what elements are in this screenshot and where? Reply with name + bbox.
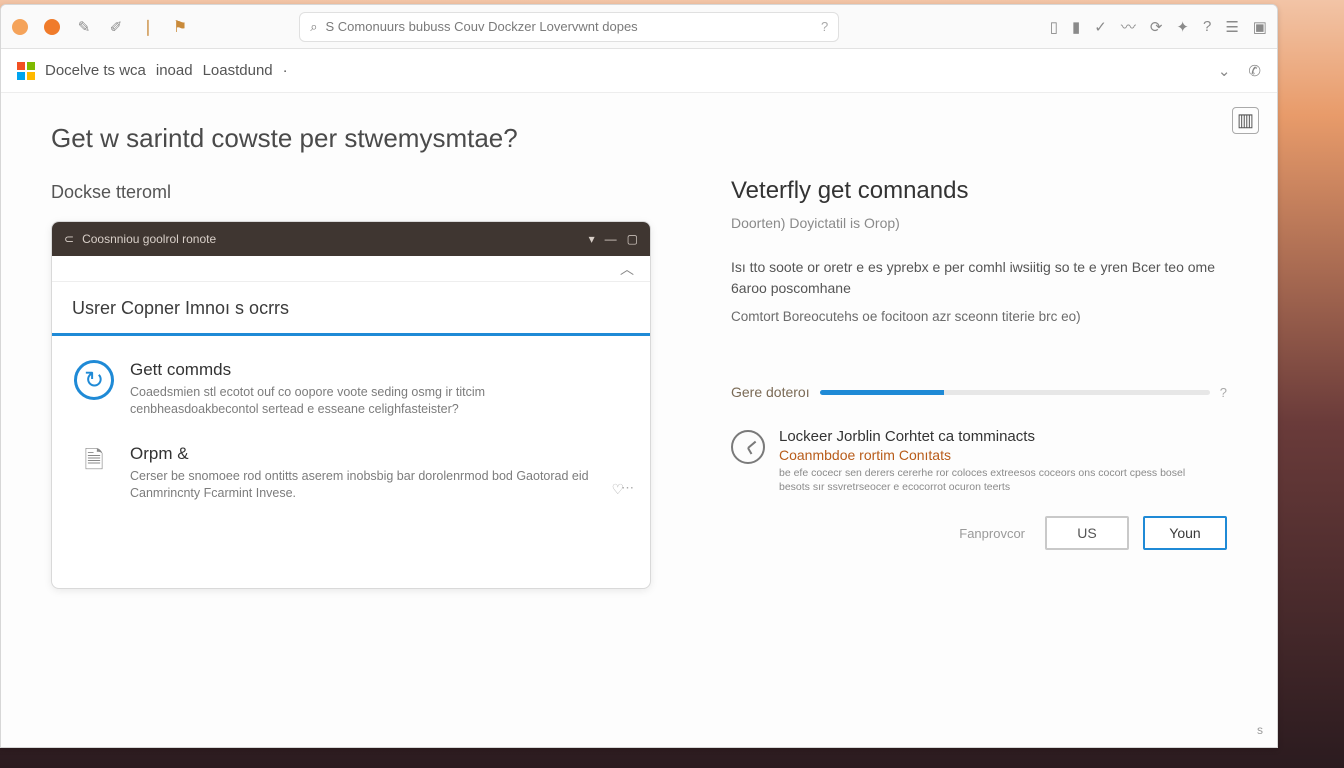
collapse-row[interactable]: ︿ xyxy=(52,256,650,282)
toolbar-right-group: ▯ ▮ ✓ 〰 ⟳ ✦ ? ☰ ▣ xyxy=(1050,16,1267,37)
left-column: Get w sarintd cowste per stwemysmtae? Do… xyxy=(51,123,651,589)
clock-icon xyxy=(731,430,765,464)
address-bar[interactable]: ⌕ S Comonuurs bubuss Couv Dockzer Loverv… xyxy=(299,12,839,42)
device-icon[interactable]: ▯ xyxy=(1050,18,1058,36)
progress-row: Gere doteroı ? xyxy=(731,384,1227,400)
tag-icon[interactable]: ▮ xyxy=(1072,18,1080,36)
edit-icon-2[interactable]: ✐ xyxy=(107,18,125,36)
document-icon: 🗎 xyxy=(74,444,114,484)
breadcrumb-sep: · xyxy=(283,62,288,79)
callout-block: Lockeer Jorblin Corhtet ca tomminacts Co… xyxy=(731,428,1227,494)
more-dots-icon[interactable]: ⋯ xyxy=(621,480,634,496)
breadcrumb-bar: Docelve ts wca inoad Loastdund · ⌄ ✆ xyxy=(1,49,1277,93)
more-icon[interactable]: ? xyxy=(1203,18,1211,35)
breadcrumb-item-2[interactable]: inoad xyxy=(156,62,193,79)
option-open[interactable]: 🗎 Orpm & Cerser be snomoee rod ontitts a… xyxy=(74,444,628,502)
minimize-icon[interactable]: — xyxy=(605,232,617,246)
terminal-title: Coosnniou goolrol ronote xyxy=(82,232,216,246)
right-column: Veterfly get comnands Doorten) Doyictati… xyxy=(731,123,1227,589)
option-desc: Coaedsmien stl ecotot ouf co oopore voot… xyxy=(130,384,590,418)
right-subheading: Doorten) Doyictatil is Orop) xyxy=(731,215,1227,231)
callout-small: be efe cocecr sen derers cererhe ror col… xyxy=(779,467,1209,494)
ms-logo-icon xyxy=(17,62,35,80)
refresh-icon[interactable]: ⟳ xyxy=(1150,18,1163,36)
chevron-down-icon[interactable]: ⌄ xyxy=(1218,62,1231,80)
us-button[interactable]: US xyxy=(1045,516,1129,550)
edit-icon[interactable]: ✎ xyxy=(75,18,93,36)
terminal-prompt-icon: ⊂ xyxy=(64,232,74,246)
button-row: Fanprovcor US Youn xyxy=(731,516,1227,550)
progress-bar xyxy=(820,390,1210,395)
option-get-commands[interactable]: ↻ Gett commds Coaedsmien stl ecotot ouf … xyxy=(74,360,628,418)
progress-fill xyxy=(820,390,945,395)
youn-button[interactable]: Youn xyxy=(1143,516,1227,550)
check-icon[interactable]: ✓ xyxy=(1094,18,1107,36)
callout-title: Lockeer Jorblin Corhtet ca tomminacts xyxy=(779,428,1209,445)
panel-icon[interactable]: ▣ xyxy=(1253,18,1267,36)
page-title: Get w sarintd cowste per stwemysmtae? xyxy=(51,123,651,154)
search-icon: ⌕ xyxy=(310,19,317,35)
right-heading: Veterfly get comnands xyxy=(731,177,1227,205)
terminal-heading: Usrer Copner Imnoı s ocrrs xyxy=(52,282,650,333)
terminal-body: ↻ Gett commds Coaedsmien stl ecotot ouf … xyxy=(52,336,650,588)
ghost-label: Fanprovcor xyxy=(959,526,1025,541)
refresh-circle-icon: ↻ xyxy=(74,360,114,400)
option-title: Orpm & xyxy=(130,444,590,464)
browser-toolbar: ✎ ✐ ❘ ⚑ ⌕ S Comonuurs bubuss Couv Dockze… xyxy=(1,5,1277,49)
option-desc: Cerser be snomoee rod ontitts aserem ino… xyxy=(130,468,590,502)
right-note: Comtort Boreocutehs oe focitoon azr sceo… xyxy=(731,309,1227,324)
terminal-card: ⊂ Coosnniou goolrol ronote ▾ — ▢ ︿ Usrer… xyxy=(51,221,651,589)
progress-help-icon[interactable]: ? xyxy=(1220,385,1227,400)
us-button-label: US xyxy=(1077,525,1096,541)
list-icon[interactable]: ☰ xyxy=(1225,18,1238,36)
dot-icon-orange xyxy=(43,18,61,36)
breadcrumb-item-3[interactable]: Loastdund xyxy=(203,62,273,79)
help-icon[interactable]: ? xyxy=(821,19,828,34)
app-window: ✎ ✐ ❘ ⚑ ⌕ S Comonuurs bubuss Couv Dockze… xyxy=(0,4,1278,748)
phone-icon[interactable]: ✆ xyxy=(1248,62,1261,80)
address-bar-text: S Comonuurs bubuss Couv Dockzer Lovervwn… xyxy=(326,19,638,34)
dropdown-icon[interactable]: ▾ xyxy=(589,232,595,246)
progress-label: Gere doteroı xyxy=(731,384,810,400)
toolbar-left-group: ✎ ✐ ❘ ⚑ xyxy=(11,18,189,36)
maximize-icon[interactable]: ▢ xyxy=(627,232,638,246)
callout-subtitle: Coanmbdoe rortim Conıtats xyxy=(779,447,1209,463)
breadcrumb-item-1[interactable]: Docelve ts wca xyxy=(45,62,146,79)
option-title: Gett commds xyxy=(130,360,590,380)
flag-icon[interactable]: ⚑ xyxy=(171,18,189,36)
pin-icon[interactable]: ✦ xyxy=(1176,18,1189,36)
subbar-right: ⌄ ✆ xyxy=(1218,62,1261,80)
youn-button-label: Youn xyxy=(1169,525,1200,541)
sidebar-toggle-icon[interactable]: ▥ xyxy=(1232,107,1259,134)
page-subtitle: Dockse tteroml xyxy=(51,182,651,203)
right-paragraph: Isı tto soote or oretr e es yprebx e per… xyxy=(731,257,1227,299)
corner-mark: s xyxy=(1257,723,1263,737)
wave-icon[interactable]: 〰 xyxy=(1121,16,1136,37)
terminal-titlebar: ⊂ Coosnniou goolrol ronote ▾ — ▢ xyxy=(52,222,650,256)
content-area: ▥ Get w sarintd cowste per stwemysmtae? … xyxy=(1,93,1277,747)
bookmark-icon[interactable]: ❘ xyxy=(139,18,157,36)
dot-icon-peach xyxy=(11,18,29,36)
